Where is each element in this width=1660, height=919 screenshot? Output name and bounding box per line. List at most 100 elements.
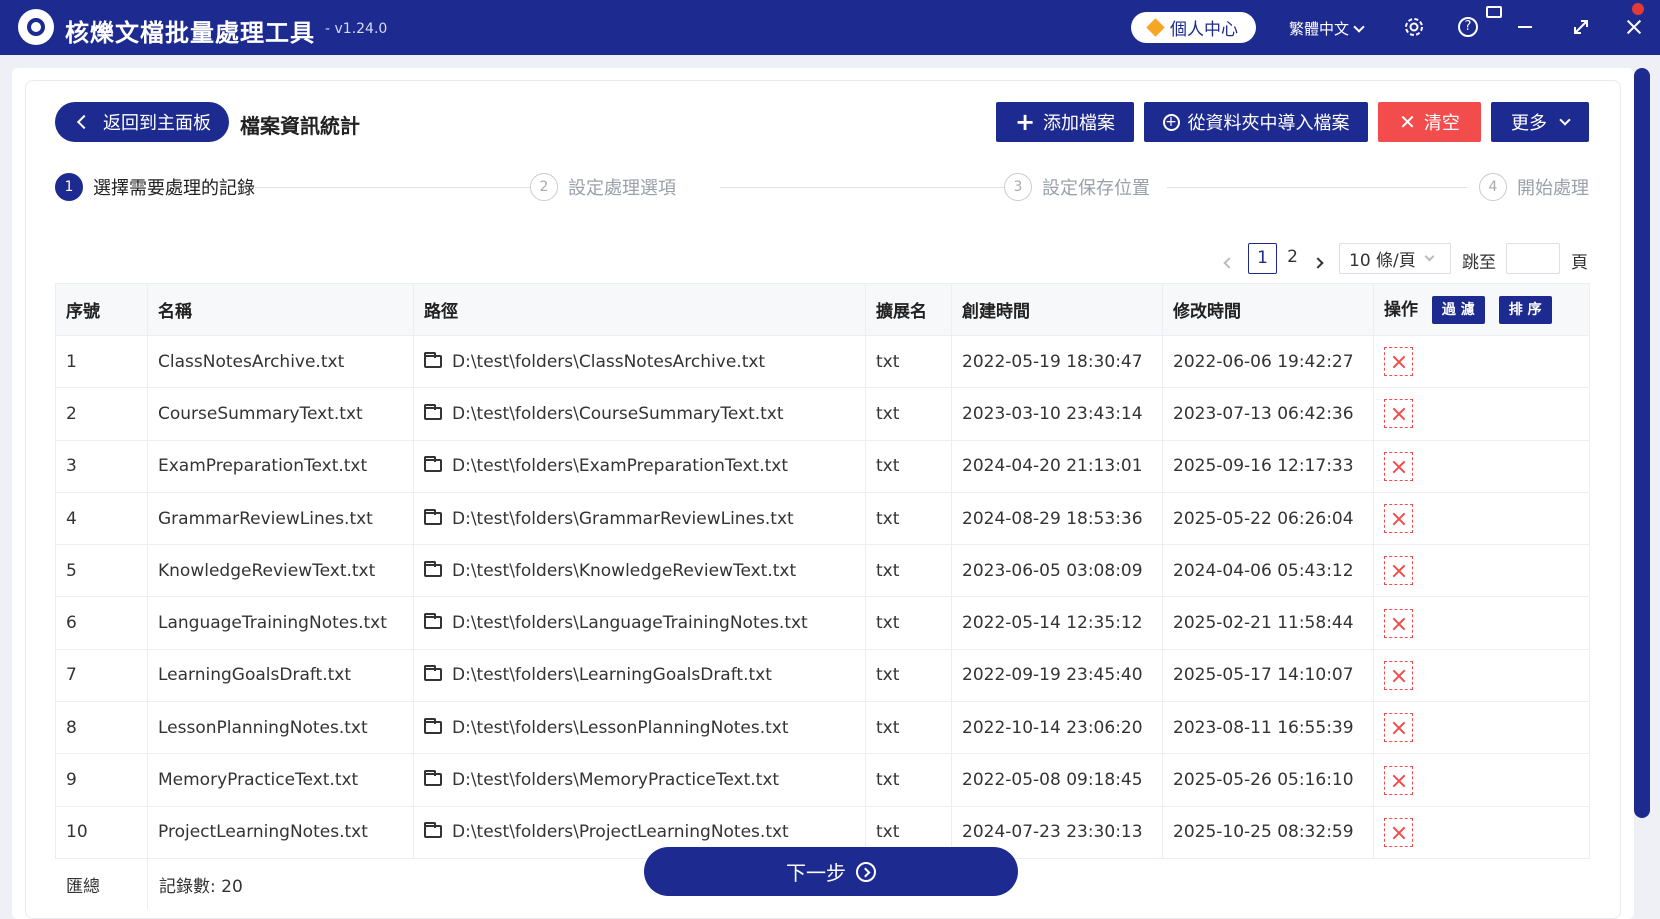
- table-row[interactable]: 9 MemoryPracticeText.txt D:\test\folders\M…: [55, 753, 1590, 807]
- cell-created: 2023-03-10 23:43:14: [951, 387, 1163, 441]
- chevron-down-icon: [1353, 20, 1365, 33]
- folder-open-icon[interactable]: [424, 665, 442, 682]
- cell-created: 2022-05-19 18:30:47: [951, 334, 1163, 388]
- cell-index: 4: [55, 491, 148, 545]
- cell-index: 3: [55, 439, 148, 493]
- more-button[interactable]: 更多: [1491, 102, 1589, 142]
- cell-actions: [1373, 334, 1590, 388]
- personal-center-label: 個人中心: [1170, 20, 1238, 40]
- table-row[interactable]: 3 ExamPreparationText.txt D:\test\folders\…: [55, 439, 1590, 493]
- folder-open-icon[interactable]: [424, 822, 442, 839]
- cell-path: D:\test\folders\CourseSummaryText.txt: [413, 387, 866, 441]
- message-icon[interactable]: [1486, 6, 1502, 18]
- table-row[interactable]: 7 LearningGoalsDraft.txt D:\test\folders\L…: [55, 648, 1590, 702]
- page-size-select[interactable]: 10 條/頁: [1339, 243, 1451, 274]
- cell-path: D:\test\folders\LearningGoalsDraft.txt: [413, 648, 866, 702]
- prev-page-button[interactable]: [1223, 252, 1235, 284]
- cell-modified: 2025-02-21 11:58:44: [1162, 596, 1374, 650]
- folder-open-icon[interactable]: [424, 770, 442, 787]
- delete-row-button[interactable]: [1384, 817, 1413, 847]
- page-2-button[interactable]: 2: [1278, 243, 1307, 274]
- col-header-created: 創建時間: [951, 283, 1163, 336]
- page-1-button[interactable]: 1: [1248, 243, 1277, 274]
- delete-row-button[interactable]: [1384, 608, 1413, 638]
- delete-row-button[interactable]: [1384, 765, 1413, 795]
- path-text: D:\test\folders\ExamPreparationText.txt: [452, 456, 789, 477]
- chevron-right-icon: [1312, 257, 1324, 269]
- table-row[interactable]: 2 CourseSummaryText.txt D:\test\folders\Co…: [55, 387, 1590, 441]
- cell-name: ProjectLearningNotes.txt: [147, 805, 414, 859]
- delete-row-button[interactable]: [1384, 660, 1413, 690]
- cell-extension: txt: [865, 387, 952, 441]
- close-icon[interactable]: [1622, 15, 1646, 39]
- col-header-modified: 修改時間: [1162, 283, 1374, 336]
- delete-row-button[interactable]: [1384, 347, 1413, 377]
- next-step-label: 下一步: [786, 861, 846, 885]
- goto-label: 跳至: [1462, 253, 1496, 273]
- table-row[interactable]: 6 LanguageTrainingNotes.txt D:\test\folder…: [55, 596, 1590, 650]
- import-folder-label: 從資料夾中導入檔案: [1187, 113, 1350, 134]
- next-step-button[interactable]: 下一步: [644, 847, 1018, 896]
- delete-row-button[interactable]: [1384, 504, 1413, 534]
- app-title: 核爍文檔批量處理工具: [65, 19, 315, 47]
- folder-open-icon[interactable]: [424, 403, 442, 420]
- back-label: 返回到主面板: [103, 113, 211, 134]
- back-to-main-button[interactable]: 返回到主面板: [55, 102, 229, 142]
- path-text: D:\test\folders\ClassNotesArchive.txt: [452, 351, 766, 372]
- language-selector[interactable]: 繁體中文: [1289, 18, 1365, 39]
- minimize-icon[interactable]: [1514, 15, 1538, 39]
- folder-open-icon[interactable]: [424, 351, 442, 368]
- path-text: D:\test\folders\ProjectLearningNotes.txt: [452, 822, 789, 843]
- import-folder-button[interactable]: + 從資料夾中導入檔案: [1144, 102, 1368, 142]
- step-number: 4: [1479, 173, 1507, 201]
- add-files-button[interactable]: + 添加檔案: [996, 102, 1134, 142]
- vertical-scrollbar[interactable]: [1634, 68, 1650, 818]
- more-label: 更多: [1511, 113, 1547, 134]
- cell-modified: 2025-05-22 06:26:04: [1162, 491, 1374, 545]
- cell-name: LessonPlanningNotes.txt: [147, 701, 414, 754]
- cell-extension: txt: [865, 491, 952, 545]
- step-4: 4 開始處理: [1479, 173, 1589, 201]
- delete-row-button[interactable]: [1384, 713, 1413, 743]
- table-row[interactable]: 5 KnowledgeReviewText.txt D:\test\folders\…: [55, 544, 1590, 597]
- cell-path: D:\test\folders\KnowledgeReviewText.txt: [413, 544, 866, 597]
- settings-gear-icon[interactable]: [1402, 15, 1426, 39]
- col-header-actions: 操作 過 濾 排 序: [1373, 283, 1590, 336]
- cell-name: CourseSummaryText.txt: [147, 387, 414, 441]
- sort-button[interactable]: 排 序: [1498, 296, 1552, 324]
- cell-created: 2022-09-19 23:45:40: [951, 648, 1163, 702]
- table-row[interactable]: 1 ClassNotesArchive.txt D:\test\folders\Cl…: [55, 334, 1590, 388]
- folder-open-icon[interactable]: [424, 717, 442, 734]
- cell-actions: [1373, 805, 1590, 859]
- arrow-right-circle-icon: [856, 861, 876, 882]
- folder-open-icon[interactable]: [424, 508, 442, 525]
- cell-index: 7: [55, 648, 148, 702]
- goto-page-input[interactable]: [1506, 243, 1560, 274]
- delete-row-button[interactable]: [1384, 556, 1413, 586]
- close-x-icon: ✕: [1399, 110, 1416, 134]
- cell-name: KnowledgeReviewText.txt: [147, 544, 414, 597]
- cell-name: GrammarReviewLines.txt: [147, 491, 414, 545]
- cell-index: 10: [55, 805, 148, 859]
- folder-open-icon[interactable]: [424, 560, 442, 577]
- path-text: D:\test\folders\LearningGoalsDraft.txt: [452, 665, 772, 686]
- personal-center-button[interactable]: 個人中心: [1131, 12, 1256, 43]
- help-icon[interactable]: ?: [1456, 15, 1480, 39]
- col-header-path: 路徑: [413, 283, 866, 336]
- table-row[interactable]: 4 GrammarReviewLines.txt D:\test\folders\G…: [55, 491, 1590, 545]
- col-header-extension: 擴展名: [865, 283, 952, 336]
- table-row[interactable]: 8 LessonPlanningNotes.txt D:\test\folders\…: [55, 701, 1590, 754]
- folder-open-icon[interactable]: [424, 613, 442, 630]
- delete-row-button[interactable]: [1384, 399, 1413, 429]
- folder-open-icon[interactable]: [424, 456, 442, 473]
- filter-button[interactable]: 過 濾: [1431, 296, 1485, 324]
- page-title: 檔案資訊統計: [240, 114, 360, 138]
- next-page-button[interactable]: [1312, 252, 1324, 284]
- cell-path: D:\test\folders\MemoryPracticeText.txt: [413, 753, 866, 807]
- clear-button[interactable]: ✕ 清空: [1378, 102, 1481, 142]
- delete-row-button[interactable]: [1384, 451, 1413, 481]
- chevron-left-icon: [1223, 257, 1235, 269]
- cell-path: D:\test\folders\GrammarReviewLines.txt: [413, 491, 866, 545]
- maximize-icon[interactable]: [1569, 15, 1593, 39]
- cell-index: 6: [55, 596, 148, 650]
